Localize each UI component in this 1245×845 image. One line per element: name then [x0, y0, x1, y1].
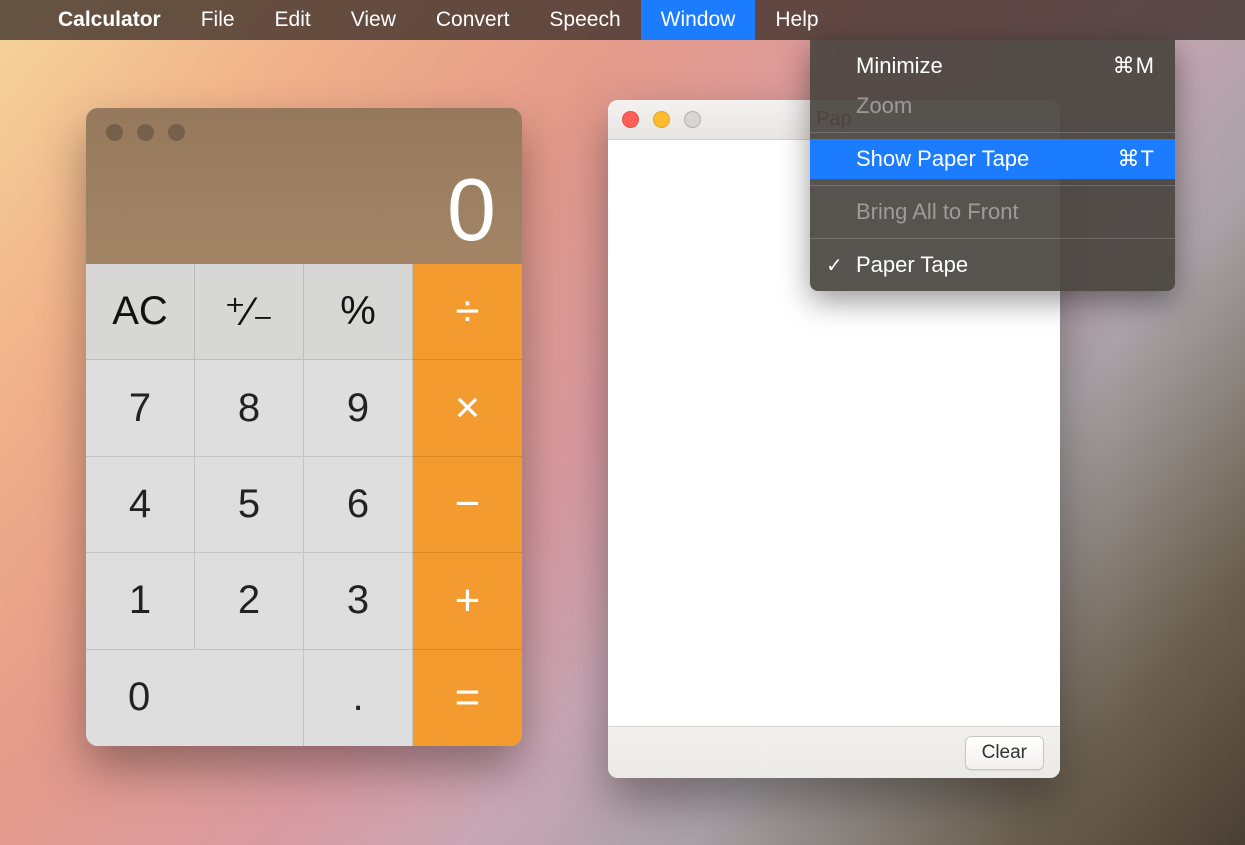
menubar-view[interactable]: View: [331, 0, 416, 40]
key-1[interactable]: 1: [86, 553, 195, 649]
key-2[interactable]: 2: [195, 553, 304, 649]
key-divide[interactable]: ÷: [413, 264, 522, 360]
zoom-icon[interactable]: [168, 124, 185, 141]
key-3[interactable]: 3: [304, 553, 413, 649]
menubar-file[interactable]: File: [181, 0, 255, 40]
menu-minimize[interactable]: Minimize ⌘M: [810, 46, 1175, 86]
menu-show-paper-tape-shortcut: ⌘T: [1118, 146, 1155, 172]
menubar: Calculator File Edit View Convert Speech…: [0, 0, 1245, 40]
paper-tape-footer: Clear: [608, 726, 1060, 778]
key-subtract[interactable]: −: [413, 457, 522, 553]
key-8[interactable]: 8: [195, 360, 304, 456]
menubar-help[interactable]: Help: [755, 0, 838, 40]
calculator-display-area: 0: [86, 108, 522, 264]
key-percent[interactable]: %: [304, 264, 413, 360]
paper-tape-traffic-lights: [622, 111, 701, 128]
close-icon[interactable]: [106, 124, 123, 141]
menubar-app[interactable]: Calculator: [38, 0, 181, 40]
checkmark-icon: ✓: [826, 253, 843, 278]
menu-paper-tape-label: Paper Tape: [856, 252, 968, 278]
key-sign[interactable]: ⁺∕₋: [195, 264, 304, 360]
minimize-icon[interactable]: [653, 111, 670, 128]
key-add[interactable]: +: [413, 553, 522, 649]
menu-zoom: Zoom: [810, 86, 1175, 126]
key-equals[interactable]: =: [413, 650, 522, 746]
key-4[interactable]: 4: [86, 457, 195, 553]
calculator-traffic-lights: [106, 124, 185, 141]
menu-paper-tape[interactable]: ✓ Paper Tape: [810, 245, 1175, 285]
menu-separator: [810, 238, 1175, 239]
menubar-convert[interactable]: Convert: [416, 0, 530, 40]
key-multiply[interactable]: ×: [413, 360, 522, 456]
key-5[interactable]: 5: [195, 457, 304, 553]
key-ac[interactable]: AC: [86, 264, 195, 360]
key-9[interactable]: 9: [304, 360, 413, 456]
menubar-speech[interactable]: Speech: [529, 0, 640, 40]
key-decimal[interactable]: .: [304, 650, 413, 746]
menubar-window[interactable]: Window: [641, 0, 756, 40]
menu-bring-all-to-front-label: Bring All to Front: [856, 199, 1019, 225]
menubar-edit[interactable]: Edit: [255, 0, 331, 40]
menu-zoom-label: Zoom: [856, 93, 912, 119]
key-6[interactable]: 6: [304, 457, 413, 553]
calculator-window: 0 AC ⁺∕₋ % ÷ 7 8 9 × 4 5 6 − 1 2 3 + 0 .…: [86, 108, 522, 746]
minimize-icon[interactable]: [137, 124, 154, 141]
key-7[interactable]: 7: [86, 360, 195, 456]
menu-minimize-shortcut: ⌘M: [1113, 53, 1155, 79]
calculator-display: 0: [447, 166, 496, 254]
calculator-keypad: AC ⁺∕₋ % ÷ 7 8 9 × 4 5 6 − 1 2 3 + 0 . =: [86, 264, 522, 746]
menu-minimize-label: Minimize: [856, 53, 943, 79]
close-icon[interactable]: [622, 111, 639, 128]
zoom-icon[interactable]: [684, 111, 701, 128]
window-menu-dropdown: Minimize ⌘M Zoom Show Paper Tape ⌘T Brin…: [810, 40, 1175, 291]
menu-bring-all-to-front: Bring All to Front: [810, 192, 1175, 232]
clear-button[interactable]: Clear: [965, 736, 1044, 770]
key-0[interactable]: 0: [86, 650, 304, 746]
menu-show-paper-tape[interactable]: Show Paper Tape ⌘T: [810, 139, 1175, 179]
menu-show-paper-tape-label: Show Paper Tape: [856, 146, 1029, 172]
menu-separator: [810, 132, 1175, 133]
menu-separator: [810, 185, 1175, 186]
